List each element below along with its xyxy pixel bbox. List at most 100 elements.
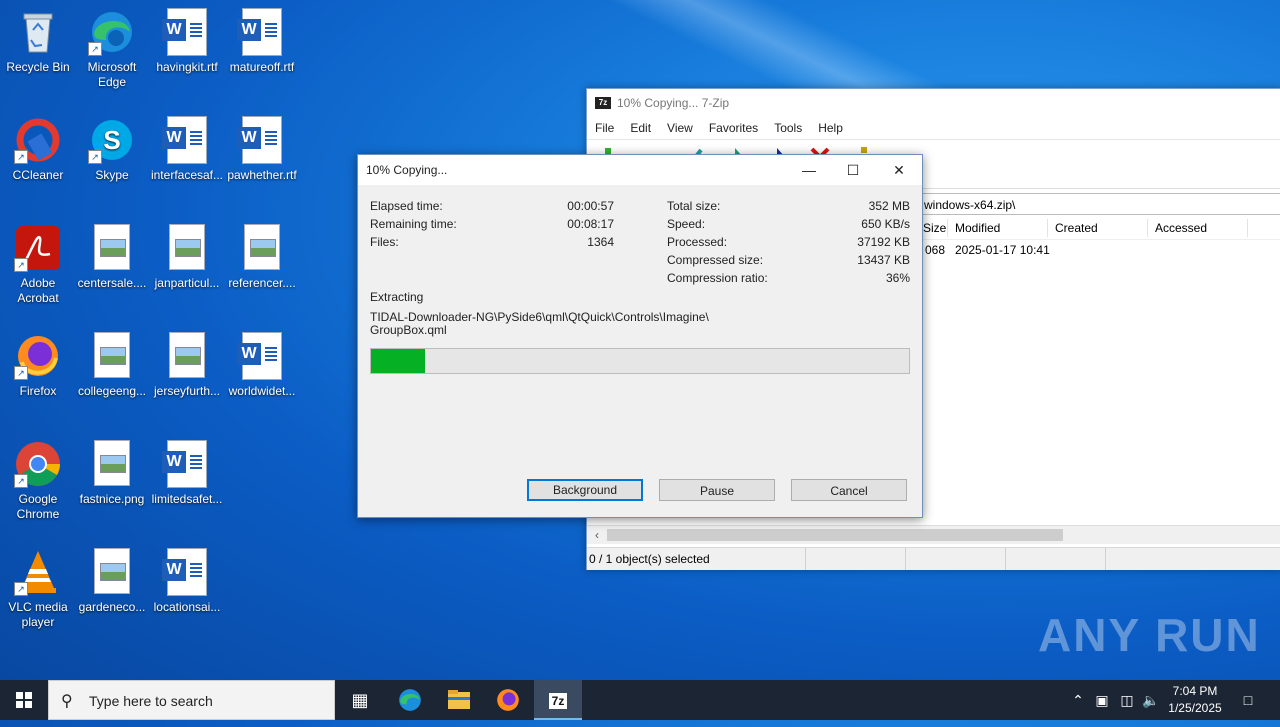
desktop-icon-ccleaner[interactable]: ↗ CCleaner (0, 116, 76, 183)
desktop-icon-image-file[interactable]: centersale.... (74, 224, 150, 291)
desktop-icon-word-doc[interactable]: W worldwidet... (224, 332, 300, 399)
desktop-icon-image-file[interactable]: janparticul... (149, 224, 225, 291)
desktop-icon-word-doc[interactable]: W havingkit.rtf (149, 8, 225, 75)
pause-button[interactable]: Pause (659, 479, 775, 501)
desktop-icon-label: jerseyfurth... (153, 384, 221, 398)
scroll-left-icon[interactable]: ‹ (589, 526, 605, 544)
background-button[interactable]: Background (527, 479, 643, 501)
taskbar: ⚲ ▦ 7z ⌃ ▣ ◫ 🔈 7:04 PM 1/25/2025 □ (0, 680, 1280, 720)
desktop-icon-google-chrome[interactable]: ↗ Google Chrome (0, 440, 76, 522)
minimize-icon[interactable]: — (786, 155, 832, 185)
desktop-icon-label: CCleaner (12, 168, 64, 182)
maximize-icon[interactable]: ☐ (830, 155, 876, 185)
desktop-icon-word-doc[interactable]: W interfacesaf... (149, 116, 225, 183)
menu-tools[interactable]: Tools (766, 121, 810, 135)
window-title: 10% Copying... 7-Zip (617, 96, 730, 110)
taskbar-clock[interactable]: 7:04 PM 1/25/2025 (1160, 683, 1230, 717)
volume-icon[interactable]: 🔈 (1140, 680, 1162, 720)
word-document-icon: W (162, 548, 207, 596)
desktop-icon-adobe-acrobat[interactable]: ↗ Adobe Acrobat (0, 224, 76, 306)
search-input[interactable] (87, 690, 321, 712)
desktop-icon-recycle-bin[interactable]: Recycle Bin (0, 8, 76, 75)
desktop-icon-label: worldwidet... (228, 384, 296, 398)
menu-edit[interactable]: Edit (622, 121, 659, 135)
desktop-icon-image-file[interactable]: gardeneco... (74, 548, 150, 615)
scrollbar-thumb[interactable] (607, 529, 1063, 541)
desktop-icon-image-file[interactable]: referencer.... (224, 224, 300, 291)
shortcut-arrow-icon: ↗ (14, 582, 28, 596)
desktop-icon-image-file[interactable]: fastnice.png (74, 440, 150, 507)
desktop-icon-firefox[interactable]: ↗ Firefox (0, 332, 76, 399)
seven-zip-taskbar-icon[interactable]: 7z (534, 680, 582, 720)
elapsed-time-value: 00:00:57 (567, 199, 614, 213)
ccleaner-icon: ↗ (14, 116, 62, 164)
task-view-icon[interactable]: ▦ (336, 680, 384, 720)
desktop-icon-label: VLC media player (8, 600, 68, 629)
seven-zip-logo-icon: 7z (595, 97, 611, 109)
image-file-icon (94, 548, 130, 594)
anyrun-watermark: ANY RUN (1038, 609, 1261, 661)
notifications-icon[interactable]: □ (1234, 680, 1262, 720)
speed-value: 650 KB/s (861, 217, 910, 231)
desktop-icon-label: gardeneco... (78, 600, 146, 614)
compression-ratio-value: 36% (885, 271, 910, 285)
copy-progress-dialog[interactable]: 10% Copying... — ☐ ✕ Elapsed time: 00:00… (357, 154, 923, 518)
address-bar[interactable]: windows-x64.zip\ (917, 193, 1280, 215)
meet-now-icon[interactable]: ▣ (1092, 680, 1112, 720)
start-button[interactable] (0, 680, 48, 720)
firefox-icon: ↗ (14, 332, 62, 380)
network-icon[interactable]: ◫ (1116, 680, 1138, 720)
desktop-icon-word-doc[interactable]: W limitedsafet... (149, 440, 225, 507)
show-hidden-icons-chevron-icon[interactable]: ⌃ (1068, 680, 1088, 720)
firefox-taskbar-icon[interactable] (484, 680, 532, 720)
column-modified[interactable]: Modified (955, 221, 1000, 235)
word-document-icon: W (237, 332, 282, 380)
column-size[interactable]: Size (923, 221, 946, 235)
desktop-icon-edge[interactable]: ↗ Microsoft Edge (74, 8, 150, 90)
taskbar-search-box[interactable]: ⚲ (48, 680, 335, 720)
shortcut-arrow-icon: ↗ (14, 258, 28, 272)
desktop-icon-word-doc[interactable]: W pawhether.rtf (224, 116, 300, 183)
desktop-icon-label: pawhether.rtf (227, 168, 297, 182)
desktop-icon-image-file[interactable]: jerseyfurth... (149, 332, 225, 399)
status-selection: 0 / 1 object(s) selected (587, 548, 806, 570)
desktop-icon-label: Firefox (19, 384, 57, 398)
menu-view[interactable]: View (659, 121, 701, 135)
desktop-icon-label: centersale.... (77, 276, 147, 290)
file-list-row[interactable]: 068 2025-01-17 10:41 (917, 241, 1280, 259)
column-created[interactable]: Created (1055, 221, 1098, 235)
file-list-header: Size Modified Created Accessed (917, 217, 1280, 240)
desktop-icon-skype[interactable]: S ↗ Skype (74, 116, 150, 183)
desktop-icon-label: Google Chrome (16, 492, 60, 521)
cancel-button[interactable]: Cancel (791, 479, 907, 501)
desktop-icon-label: limitedsafet... (151, 492, 223, 506)
desktop-icon-vlc[interactable]: ↗ VLC media player (0, 548, 76, 630)
close-icon[interactable]: ✕ (876, 155, 922, 185)
desktop-icon-word-doc[interactable]: W matureoff.rtf (224, 8, 300, 75)
desktop-icon-label: referencer.... (228, 276, 296, 290)
menu-favorites[interactable]: Favorites (701, 121, 766, 135)
edge-taskbar-icon[interactable] (386, 680, 434, 720)
row-modified: 2025-01-17 10:41 (955, 243, 1050, 257)
status-bar: 0 / 1 object(s) selected (587, 547, 1280, 570)
dialog-title-bar[interactable]: 10% Copying... — ☐ ✕ (358, 155, 922, 185)
chrome-icon: ↗ (14, 440, 62, 488)
word-document-icon: W (237, 8, 282, 56)
speed-label: Speed: (667, 217, 706, 231)
file-explorer-icon[interactable] (435, 680, 483, 720)
column-accessed[interactable]: Accessed (1155, 221, 1207, 235)
seven-zip-title-bar[interactable]: 7z 10% Copying... 7-Zip (587, 89, 1280, 117)
desktop-icon-label: locationsai... (153, 600, 221, 614)
menu-file[interactable]: File (587, 121, 622, 135)
desktop-icon-word-doc[interactable]: W locationsai... (149, 548, 225, 615)
desktop-icon-label: Adobe Acrobat (17, 276, 59, 305)
svg-text:S: S (103, 125, 120, 155)
compression-ratio-label: Compression ratio: (667, 271, 768, 285)
acrobat-icon: ↗ (14, 224, 62, 272)
desktop-icon-image-file[interactable]: collegeeng... (74, 332, 150, 399)
desktop-icon-label: collegeeng... (77, 384, 147, 398)
horizontal-scrollbar[interactable]: ‹ (587, 525, 1280, 544)
menu-help[interactable]: Help (810, 121, 851, 135)
seven-zip-taskbar-label: 7z (548, 693, 568, 710)
recycle-bin-icon (14, 8, 62, 56)
